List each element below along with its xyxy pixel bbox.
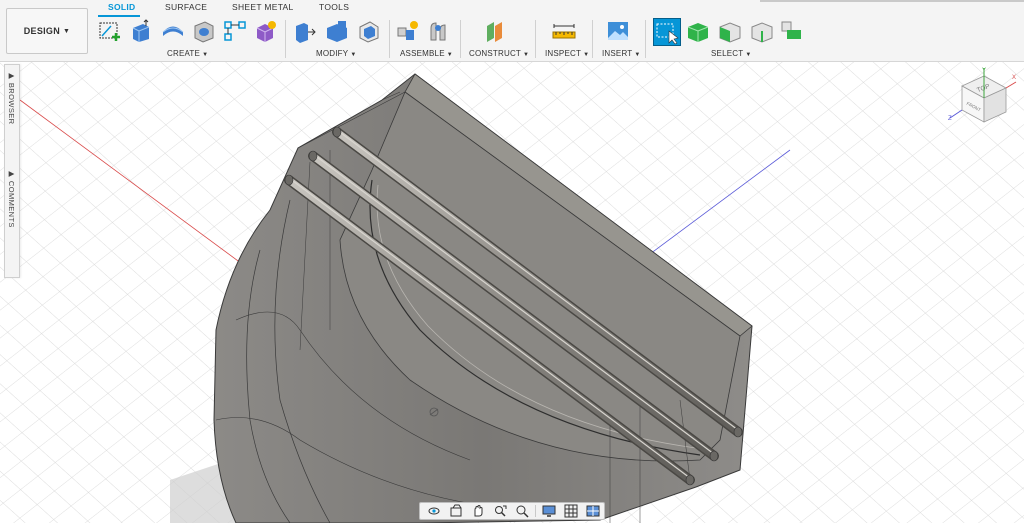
select-component-icon[interactable] <box>779 18 805 44</box>
browser-toggle[interactable]: ▶ BROWSER <box>7 71 16 124</box>
joint-icon[interactable] <box>426 18 452 44</box>
group-inspect-label: INSPECT <box>545 49 582 58</box>
group-select[interactable]: SELECT ▼ <box>711 49 751 58</box>
divider <box>645 20 646 58</box>
rod-end-cap <box>709 450 719 462</box>
tab-sheet-metal[interactable]: SHEET METAL <box>232 2 294 12</box>
toolbar: DESIGN ▼ SOLID SURFACE SHEET METAL TOOLS… <box>0 0 1024 62</box>
rod-end-cap <box>308 150 318 162</box>
select-edge-icon[interactable] <box>749 18 775 44</box>
group-assemble[interactable]: ASSEMBLE ▼ <box>400 49 453 58</box>
pan-icon[interactable] <box>467 503 489 519</box>
revolve-icon[interactable] <box>160 18 186 44</box>
pattern-icon[interactable] <box>222 18 248 44</box>
viewcube-z-axis <box>949 109 963 119</box>
group-insert[interactable]: INSERT ▼ <box>602 49 641 58</box>
canvas-viewport[interactable] <box>0 62 1024 523</box>
group-inspect[interactable]: INSPECT ▼ <box>545 49 589 58</box>
tab-surface[interactable]: SURFACE <box>165 2 207 12</box>
hole-icon[interactable] <box>191 18 217 44</box>
workspace-label: DESIGN <box>23 26 61 36</box>
insert-image-icon[interactable] <box>605 18 631 44</box>
caret-down-icon: ▼ <box>523 52 530 58</box>
caret-down-icon: ▼ <box>446 52 453 58</box>
group-create-label: CREATE <box>167 49 201 58</box>
workspace-switcher[interactable]: DESIGN ▼ <box>6 8 88 54</box>
offset-plane-icon[interactable] <box>482 18 508 44</box>
rod-end-cap <box>733 426 743 438</box>
grid-settings-icon[interactable] <box>560 503 582 519</box>
comments-toggle[interactable]: ▶ COMMENTS <box>7 169 16 228</box>
divider <box>535 20 536 58</box>
zoom-icon[interactable] <box>511 503 533 519</box>
group-modify[interactable]: MODIFY ▼ <box>316 49 356 58</box>
caret-down-icon: ▼ <box>350 52 357 58</box>
look-at-icon[interactable] <box>445 503 467 519</box>
browser-comments-strip[interactable]: ▶ BROWSER ▶ COMMENTS <box>4 64 20 278</box>
display-settings-icon[interactable] <box>538 503 560 519</box>
tab-solid[interactable]: SOLID <box>108 2 135 12</box>
toolbar-top-line <box>760 0 1024 2</box>
create-form-icon[interactable] <box>253 18 279 44</box>
caret-down-icon: ▼ <box>202 52 209 58</box>
viewcube-x-label: X <box>1012 75 1016 81</box>
viewcube-x-axis <box>1005 81 1017 89</box>
viewcube-z-label: Z <box>948 116 952 122</box>
group-insert-label: INSERT <box>602 49 633 58</box>
rod-end-cap <box>685 474 695 486</box>
divider <box>592 20 593 58</box>
create-sketch-icon[interactable] <box>97 18 123 44</box>
select-face-icon[interactable] <box>717 18 743 44</box>
window-select-icon[interactable] <box>653 18 681 46</box>
new-component-icon[interactable] <box>395 18 421 44</box>
zoom-window-icon[interactable] <box>489 503 511 519</box>
viewcube-y-label: Y <box>982 68 986 74</box>
fusion-app: DESIGN ▼ SOLID SURFACE SHEET METAL TOOLS… <box>0 0 1024 523</box>
rod-end-cap <box>284 174 294 186</box>
play-icon: ▶ <box>7 169 16 181</box>
model-scene[interactable] <box>0 62 1024 523</box>
comments-label: COMMENTS <box>7 180 16 228</box>
play-icon: ▶ <box>7 71 16 83</box>
orbit-icon[interactable] <box>423 503 445 519</box>
divider <box>285 20 286 58</box>
viewports-icon[interactable] <box>582 503 604 519</box>
viewcube[interactable]: TOP FRONT Y Z X <box>946 64 1020 126</box>
extrude-icon[interactable] <box>128 18 154 44</box>
browser-label: BROWSER <box>7 82 16 125</box>
navigation-bar <box>419 502 605 520</box>
divider <box>389 20 390 58</box>
group-assemble-label: ASSEMBLE <box>400 49 445 58</box>
caret-down-icon: ▼ <box>745 52 752 58</box>
group-modify-label: MODIFY <box>316 49 349 58</box>
caret-down-icon: ▼ <box>583 52 590 58</box>
divider <box>460 20 461 58</box>
caret-down-icon: ▼ <box>634 52 641 58</box>
nav-divider <box>535 505 536 517</box>
press-pull-icon[interactable] <box>292 18 318 44</box>
caret-down-icon: ▼ <box>63 27 71 35</box>
group-construct-label: CONSTRUCT <box>469 49 522 58</box>
fillet-icon[interactable] <box>324 18 350 44</box>
select-body-icon[interactable] <box>685 18 711 44</box>
group-create[interactable]: CREATE ▼ <box>167 49 208 58</box>
measure-icon[interactable] <box>551 18 577 44</box>
active-tab-indicator <box>98 15 140 17</box>
rod-end-cap <box>332 126 342 138</box>
group-select-label: SELECT <box>711 49 744 58</box>
group-construct[interactable]: CONSTRUCT ▼ <box>469 49 529 58</box>
shell-icon[interactable] <box>356 18 382 44</box>
tab-tools[interactable]: TOOLS <box>319 2 349 12</box>
